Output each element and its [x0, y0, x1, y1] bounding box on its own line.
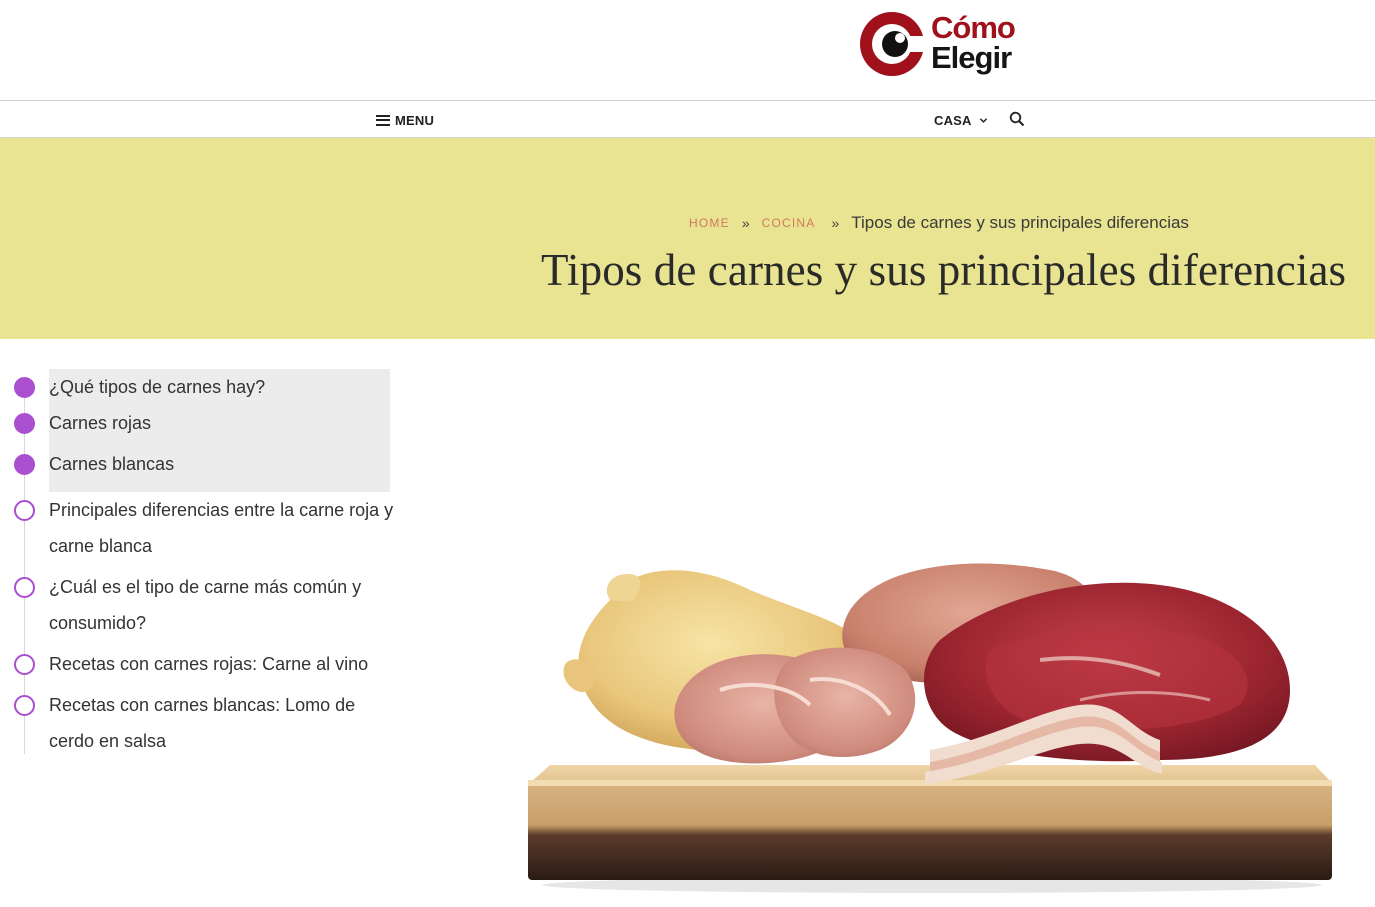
- hamburger-icon: [376, 114, 390, 126]
- toc-dot-empty-icon: [14, 577, 35, 598]
- page-title: Tipos de carnes y sus principales difere…: [541, 245, 1347, 295]
- breadcrumb: HOME » COCINA » Tipos de carnes y sus pr…: [689, 212, 1189, 234]
- toc-item-label: ¿Qué tipos de carnes hay?: [49, 377, 266, 397]
- toc-dot-filled-icon: [14, 413, 35, 434]
- logo-wordmark: Cómo Elegir: [931, 10, 1016, 75]
- meat-on-cutting-board-image: [528, 563, 1332, 893]
- logo-line2: Elegir: [931, 40, 1012, 75]
- toc-item[interactable]: Principales diferencias entre la carne r…: [0, 492, 400, 564]
- toc-item-label: Carnes blancas: [49, 454, 175, 474]
- site-logo[interactable]: Cómo Elegir: [858, 10, 1028, 82]
- casa-dropdown[interactable]: CASA: [934, 111, 988, 129]
- toc-item-label: Recetas con carnes rojas: Carne al vino: [49, 654, 369, 674]
- toc-item-label: Carnes rojas: [49, 413, 152, 433]
- menu-label: MENU: [395, 112, 435, 128]
- toc-dot-empty-icon: [14, 500, 35, 521]
- breadcrumb-category-link[interactable]: COCINA: [762, 216, 816, 230]
- toc-item[interactable]: Carnes blancas: [0, 446, 400, 482]
- logo-line1: Cómo: [931, 10, 1016, 45]
- toc-dot-empty-icon: [14, 654, 35, 675]
- toc-item[interactable]: ¿Qué tipos de carnes hay?: [0, 369, 400, 405]
- toc-item-label: Principales diferencias entre la carne r…: [49, 500, 394, 556]
- breadcrumb-home-link[interactable]: HOME: [689, 216, 730, 230]
- casa-label: CASA: [934, 112, 972, 128]
- search-icon[interactable]: [1009, 111, 1025, 127]
- site-header: Cómo Elegir: [0, 0, 1375, 101]
- toc-item[interactable]: Carnes rojas: [0, 405, 400, 441]
- table-of-contents: ¿Qué tipos de carnes hay? Carnes rojas C…: [0, 369, 400, 769]
- hero-banner: HOME » COCINA » Tipos de carnes y sus pr…: [0, 138, 1375, 339]
- toc-dot-filled-icon: [14, 454, 35, 475]
- breadcrumb-separator: »: [831, 215, 840, 231]
- toc-dot-empty-icon: [14, 695, 35, 716]
- chevron-down-icon: [979, 117, 987, 123]
- toc-item[interactable]: Recetas con carnes blancas: Lomo de cerd…: [0, 687, 400, 759]
- toc-item-label: ¿Cuál es el tipo de carne más común y co…: [49, 577, 362, 633]
- toc-item[interactable]: ¿Cuál es el tipo de carne más común y co…: [0, 569, 400, 641]
- main-nav: MENU CASA: [0, 101, 1375, 138]
- toc-item-label: Recetas con carnes blancas: Lomo de cerd…: [49, 695, 356, 751]
- breadcrumb-separator: »: [741, 215, 750, 231]
- menu-button[interactable]: MENU: [376, 111, 434, 129]
- breadcrumb-current: Tipos de carnes y sus principales difere…: [851, 213, 1189, 232]
- toc-item[interactable]: Recetas con carnes rojas: Carne al vino: [0, 646, 400, 682]
- toc-dot-filled-icon: [14, 377, 35, 398]
- eye-logo-icon: [860, 12, 926, 76]
